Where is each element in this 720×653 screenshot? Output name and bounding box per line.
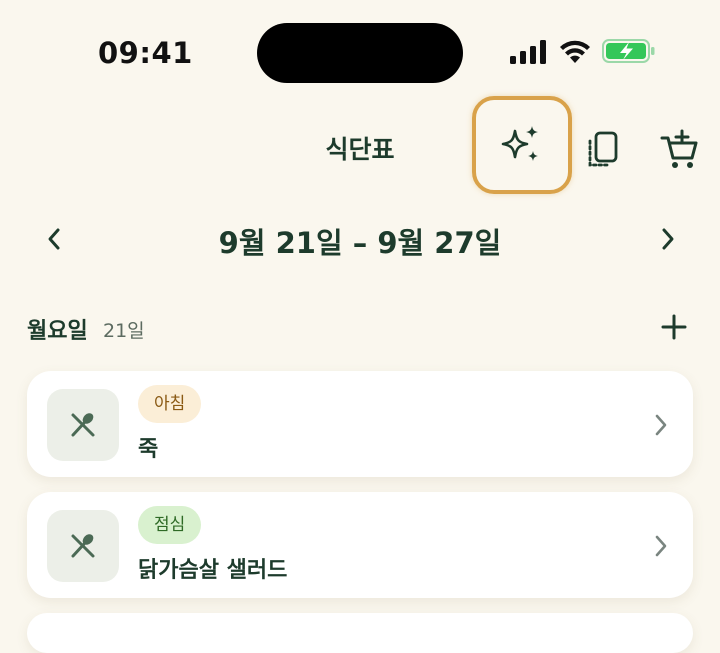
app-header: 식단표 — [0, 96, 720, 200]
meal-thumbnail — [47, 389, 119, 461]
meal-card-lunch[interactable]: 점심 닭가슴살 샐러드 — [27, 492, 693, 598]
copy-pages-icon — [588, 131, 618, 167]
sparkle-icon — [501, 126, 538, 161]
meal-card-next[interactable] — [27, 613, 693, 653]
add-meal-button[interactable] — [656, 309, 692, 345]
chevron-right-icon — [649, 532, 673, 560]
status-time: 09:41 — [98, 36, 193, 70]
meal-name: 닭가슴살 샐러드 — [138, 558, 288, 583]
day-name: 월요일 — [27, 319, 88, 344]
meal-type-badge: 아침 — [138, 385, 202, 423]
meal-thumbnail — [47, 510, 119, 582]
cart-add-icon — [660, 129, 698, 168]
dynamic-island — [257, 23, 463, 83]
battery-charging-icon — [602, 39, 655, 63]
plus-icon — [661, 314, 687, 340]
copy-week-button[interactable] — [576, 124, 628, 176]
week-range-label: 9월 21일 – 9월 27일 — [218, 226, 502, 260]
meal-type-badge: 점심 — [138, 506, 202, 544]
status-bar: 09:41 — [0, 0, 720, 100]
week-navigation: 9월 21일 – 9월 27일 — [0, 205, 720, 275]
utensils-icon — [71, 534, 95, 558]
shopping-list-button[interactable] — [652, 124, 708, 176]
meal-card-breakfast[interactable]: 아침 죽 — [27, 371, 693, 477]
day-header: 월요일 21일 — [0, 300, 720, 354]
utensils-icon — [71, 413, 95, 437]
chevron-right-icon — [662, 228, 674, 250]
chevron-right-icon — [649, 411, 673, 439]
wifi-icon — [560, 40, 590, 63]
cellular-signal-icon — [510, 40, 546, 64]
ai-suggest-button[interactable] — [472, 96, 572, 194]
day-date: 21일 — [103, 320, 145, 342]
next-week-button[interactable] — [652, 223, 684, 255]
meal-name: 죽 — [138, 437, 159, 462]
